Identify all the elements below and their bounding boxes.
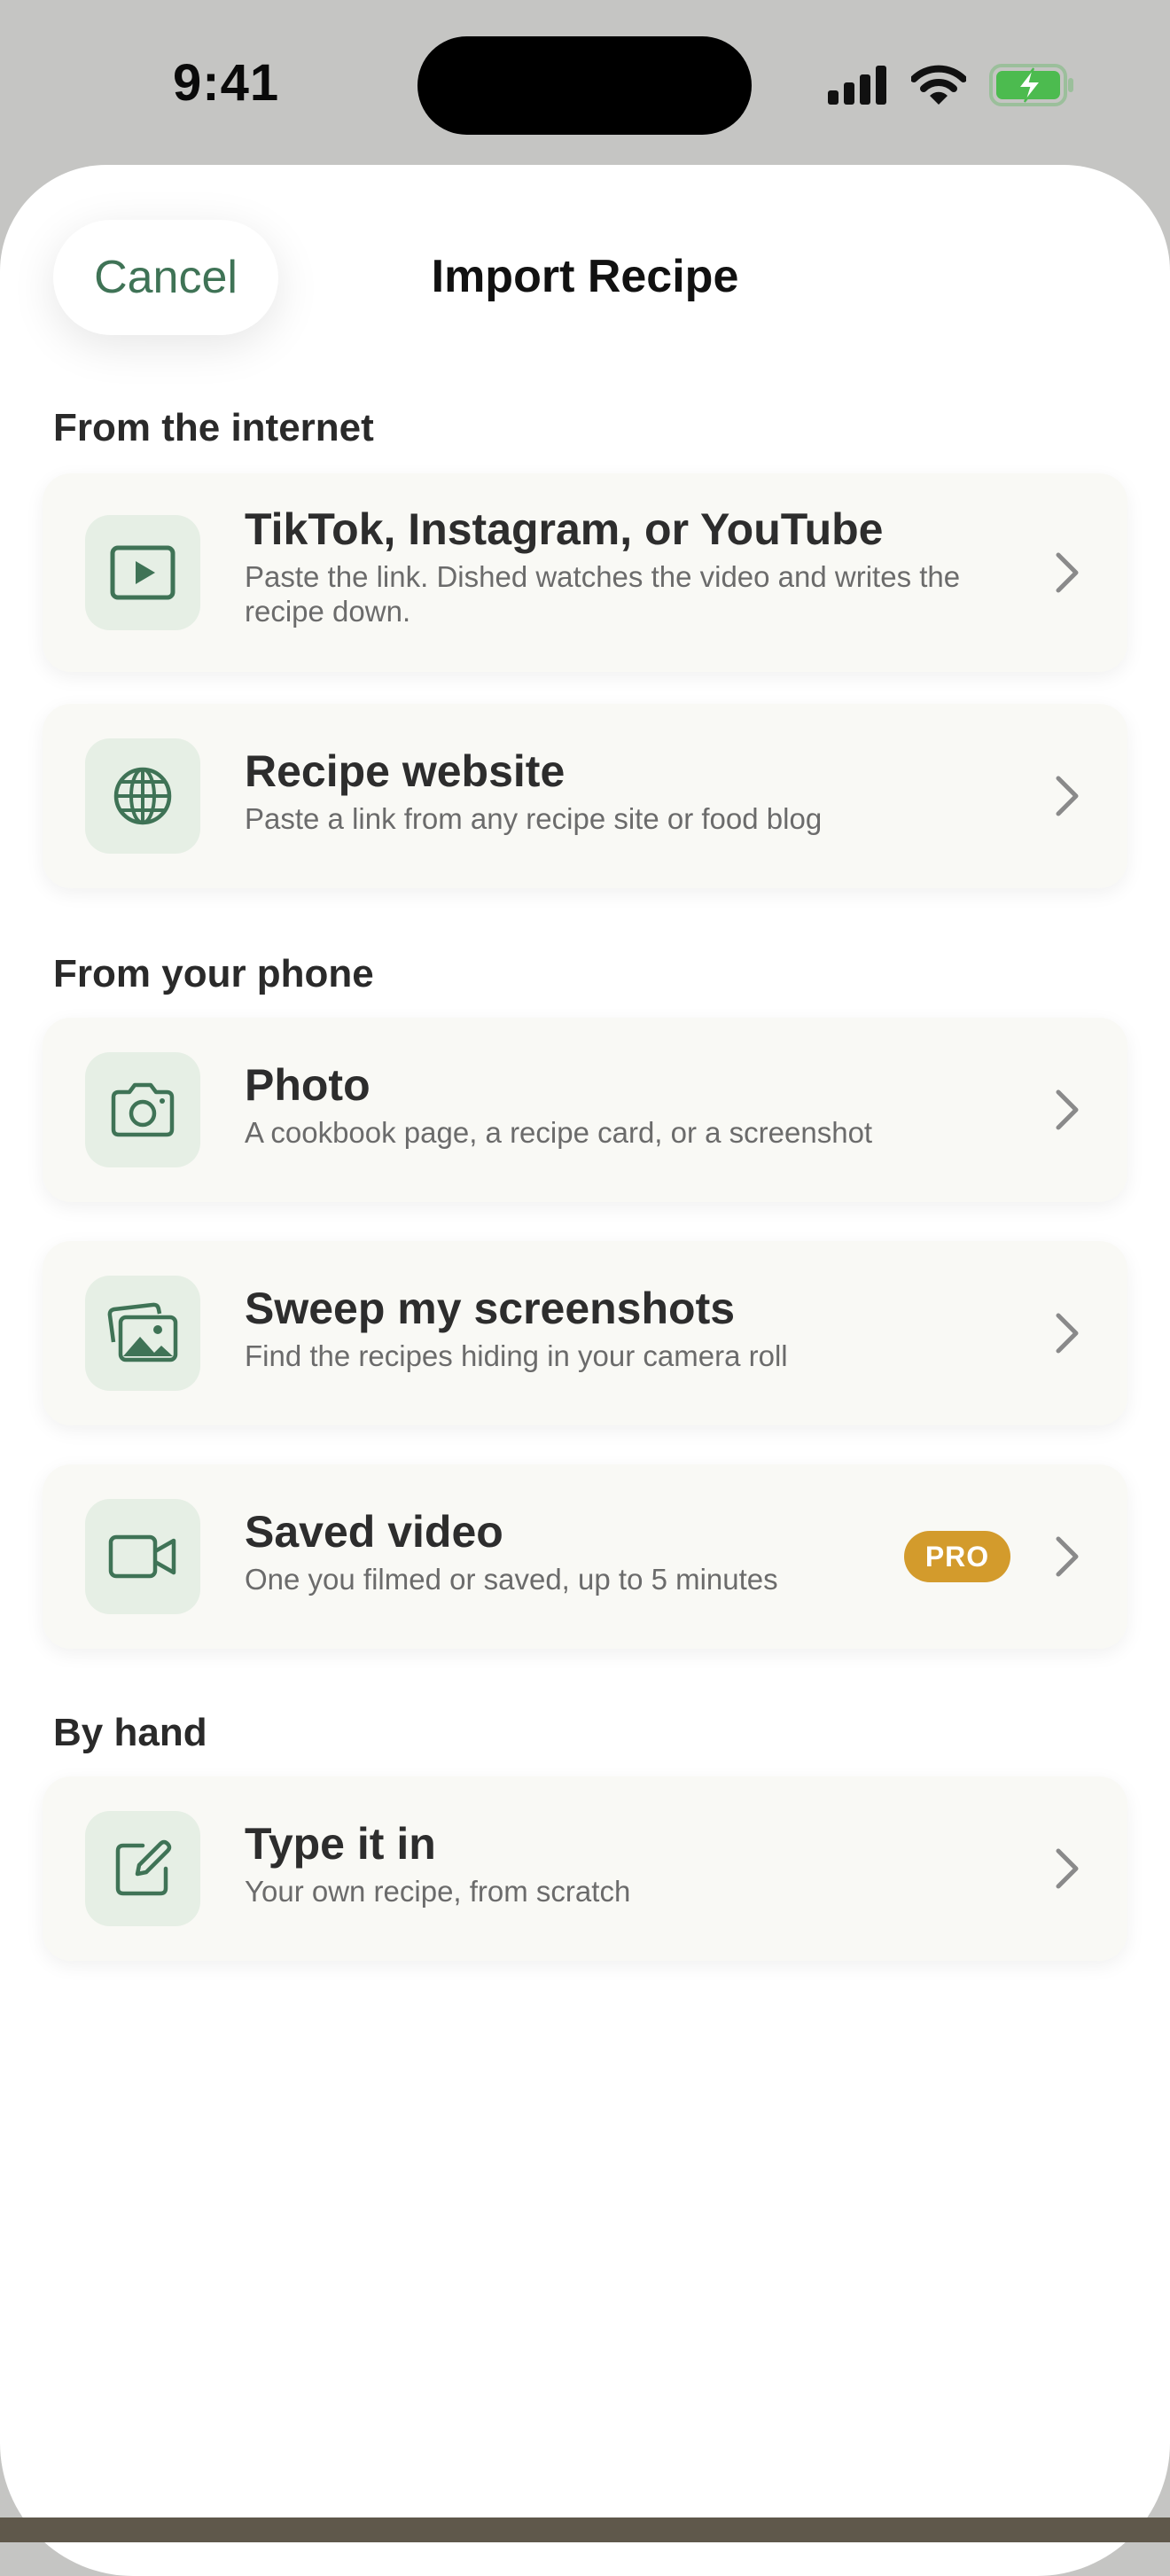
option-subtitle: Paste a link from any recipe site or foo… [245,802,823,835]
camera-icon [111,1082,175,1137]
icon-tile [85,515,200,630]
cellular-signal-icon [828,66,886,105]
option-title: Recipe website [245,746,566,796]
option-title: Photo [245,1060,370,1110]
play-video-icon [110,545,176,600]
dynamic-island [417,36,752,135]
chevron-right-icon [1056,1848,1079,1889]
option-subtitle: One you filmed or saved, up to 5 minutes [245,1563,778,1596]
edit-icon [115,1839,172,1896]
battery-charging-icon [989,64,1073,106]
option-title: TikTok, Instagram, or YouTube [245,504,884,554]
icon-tile [85,738,200,854]
import-option-photo[interactable]: Photo A cookbook page, a recipe card, or… [43,1018,1127,1202]
status-icons [828,62,1074,108]
option-title: Sweep my screenshots [245,1284,736,1333]
chevron-right-icon [1056,776,1079,816]
import-option-type-it-in[interactable]: Type it in Your own recipe, from scratch [43,1776,1127,1961]
import-option-saved-video[interactable]: Saved video One you filmed or saved, up … [43,1464,1127,1649]
status-time: 9:41 [173,54,280,112]
section-title-by-hand: By hand [53,1711,207,1754]
card-text: Photo A cookbook page, a recipe card, or… [245,1058,986,1150]
card-text: Recipe website Paste a link from any rec… [245,745,986,836]
icon-tile [85,1276,200,1391]
sheet-title: Import Recipe [431,251,739,302]
card-text: Type it in Your own recipe, from scratch [245,1817,986,1909]
option-title: Type it in [245,1819,436,1869]
video-camera-icon [108,1534,176,1579]
option-subtitle: Your own recipe, from scratch [245,1875,631,1908]
background-strip [0,2517,1170,2542]
option-title: Saved video [245,1507,503,1557]
pro-badge: PRO [904,1531,1010,1582]
chevron-right-icon [1056,1313,1079,1354]
section-title-phone: From your phone [53,952,374,995]
wifi-icon [911,65,966,105]
import-option-recipe-website[interactable]: Recipe website Paste a link from any rec… [43,704,1127,888]
chevron-right-icon [1056,1089,1079,1130]
option-subtitle: A cookbook page, a recipe card, or a scr… [245,1116,873,1149]
status-bar: 9:41 [0,0,1170,165]
card-text: Saved video One you filmed or saved, up … [245,1505,870,1596]
import-option-sweep-screenshots[interactable]: Sweep my screenshots Find the recipes hi… [43,1241,1127,1425]
chevron-right-icon [1056,552,1079,593]
option-subtitle: Paste the link. Dished watches the video… [245,560,961,628]
icon-tile [85,1499,200,1614]
import-recipe-sheet: Cancel Import Recipe From the internet T… [0,165,1170,2576]
icon-tile [85,1052,200,1167]
icon-tile [85,1811,200,1926]
section-title-internet: From the internet [53,406,374,449]
card-text: Sweep my screenshots Find the recipes hi… [245,1282,986,1373]
option-subtitle: Find the recipes hiding in your camera r… [245,1339,788,1372]
globe-icon [113,767,172,825]
photo-stack-icon [107,1302,178,1362]
card-text: TikTok, Instagram, or YouTube Paste the … [245,503,986,628]
import-option-social-video[interactable]: TikTok, Instagram, or YouTube Paste the … [43,473,1127,672]
chevron-right-icon [1056,1536,1079,1577]
